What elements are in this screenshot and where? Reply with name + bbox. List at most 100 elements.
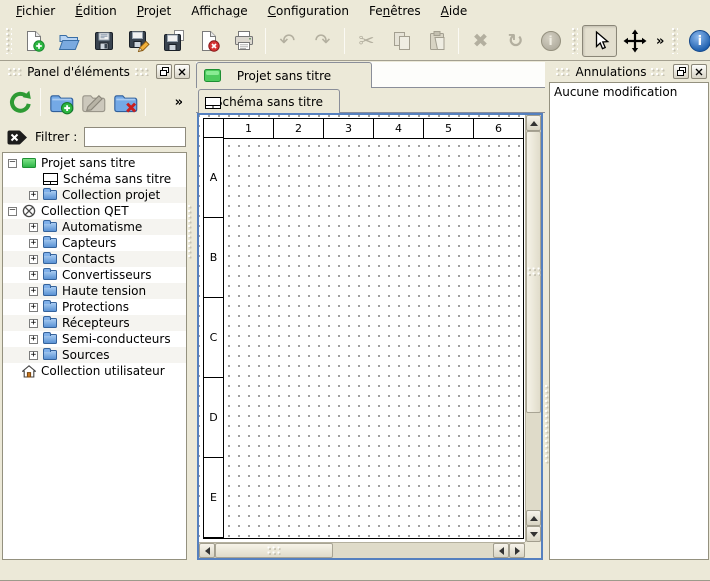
expand-expander-icon[interactable]	[29, 351, 38, 360]
new-category-button[interactable]	[45, 86, 77, 118]
toolbar-overflow-button[interactable]: »	[652, 34, 668, 49]
menu-configuration[interactable]: Configuration	[258, 1, 359, 21]
printer-icon	[232, 29, 256, 53]
expand-expander-icon[interactable]	[29, 191, 38, 200]
tree-item-project[interactable]: Projet sans titre	[3, 155, 186, 171]
panel-toolbar-separator	[40, 88, 41, 116]
cut-button[interactable]	[349, 25, 384, 57]
pan-mode-button[interactable]	[617, 25, 652, 57]
undo-panel-titlebar[interactable]: Annulations	[548, 62, 710, 81]
expand-expander-icon[interactable]	[29, 303, 38, 312]
save-as-button[interactable]	[121, 25, 156, 57]
expand-expander-icon[interactable]	[29, 287, 38, 296]
tab-projet-sans-titre[interactable]: Projet sans titre	[196, 62, 372, 88]
tree-item-contacts[interactable]: Contacts	[3, 251, 186, 267]
folder-icon	[43, 302, 57, 312]
menu-affichage[interactable]: Affichage	[181, 1, 257, 21]
paste-button[interactable]	[419, 25, 454, 57]
horizontal-scrollbar-thumb[interactable]	[215, 543, 333, 558]
new-document-button[interactable]	[16, 25, 51, 57]
menu-projet[interactable]: Projet	[127, 1, 181, 21]
elements-panel-title: Panel d'éléments	[27, 65, 130, 79]
collapse-expander-icon[interactable]	[8, 159, 17, 168]
tree-item-collection-projet[interactable]: Collection projet	[3, 187, 186, 203]
scroll-left-button[interactable]	[493, 543, 509, 558]
undo-button[interactable]	[270, 25, 305, 57]
panel-overflow-button[interactable]: »	[175, 95, 183, 110]
menu-fenetres[interactable]: Fenêtres	[359, 1, 431, 21]
reload-collections-button[interactable]	[4, 86, 36, 118]
redo-button[interactable]	[305, 25, 340, 57]
edit-category-button[interactable]	[77, 86, 109, 118]
dock-float-button[interactable]	[673, 64, 689, 79]
delete-button[interactable]	[463, 25, 498, 57]
tree-item-protections[interactable]: Protections	[3, 299, 186, 315]
expand-expander-icon[interactable]	[29, 255, 38, 264]
expand-expander-icon[interactable]	[29, 239, 38, 248]
dock-close-button[interactable]	[174, 64, 190, 79]
toolbar-drag-handle[interactable]	[672, 28, 678, 54]
object-info-button[interactable]	[533, 25, 568, 57]
expand-expander-icon[interactable]	[29, 335, 38, 344]
save-button[interactable]	[86, 25, 121, 57]
undo-list[interactable]: Aucune modification	[549, 82, 709, 560]
tree-item-collection-qet[interactable]: Collection QET	[3, 203, 186, 219]
dock-float-button[interactable]	[156, 64, 172, 79]
triangle-down-icon	[530, 532, 538, 537]
menu-aide[interactable]: Aide	[431, 1, 478, 21]
tree-item-convertisseurs[interactable]: Convertisseurs	[3, 267, 186, 283]
float-icon	[677, 67, 686, 76]
tree-item-schema[interactable]: Schéma sans titre	[3, 171, 186, 187]
scroll-up-button[interactable]	[526, 510, 541, 526]
scroll-up-button[interactable]	[526, 115, 541, 131]
tree-item-capteurs[interactable]: Capteurs	[3, 235, 186, 251]
expand-expander-icon[interactable]	[29, 223, 38, 232]
scroll-left-button[interactable]	[199, 543, 215, 558]
folder-icon	[43, 254, 57, 264]
horizontal-scrollbar[interactable]	[199, 542, 525, 558]
schema-view: 1 2 3 4 5 6 A B C D E	[197, 113, 543, 560]
toolbar-drag-handle[interactable]	[572, 28, 578, 54]
toolbar-separator	[344, 28, 345, 54]
menu-edition[interactable]: Édition	[65, 1, 127, 21]
left-splitter-handle[interactable]	[188, 205, 193, 260]
rotate-button[interactable]	[498, 25, 533, 57]
schema-canvas[interactable]: 1 2 3 4 5 6 A B C D E	[199, 115, 525, 542]
vertical-scrollbar-thumb[interactable]	[526, 131, 541, 413]
tab-schema-sans-titre[interactable]: Schéma sans titre	[198, 89, 340, 113]
filter-input[interactable]	[84, 127, 186, 147]
tree-item-collection-utilisateur[interactable]: Collection utilisateur	[3, 363, 186, 379]
column-header: 6	[473, 118, 524, 139]
floppy-icon	[92, 29, 116, 53]
toolbar-drag-handle[interactable]	[6, 28, 12, 54]
redo-arrow-icon	[315, 32, 331, 51]
clear-filter-icon[interactable]	[7, 129, 28, 146]
save-all-button[interactable]	[156, 25, 191, 57]
open-project-button[interactable]	[51, 25, 86, 57]
delete-category-button[interactable]	[109, 86, 141, 118]
print-button[interactable]	[226, 25, 261, 57]
copy-button[interactable]	[384, 25, 419, 57]
menu-fichier[interactable]: Fichier	[6, 1, 65, 21]
undo-list-item[interactable]: Aucune modification	[550, 83, 708, 101]
vertical-scrollbar[interactable]	[525, 115, 541, 542]
scroll-down-button[interactable]	[526, 526, 541, 542]
scroll-right-button[interactable]	[509, 543, 525, 558]
selection-mode-button[interactable]	[582, 25, 617, 57]
main-toolbar: » »	[0, 22, 710, 61]
about-qet-button[interactable]	[682, 25, 710, 57]
schema-frame	[203, 118, 524, 539]
elements-tree[interactable]: Projet sans titre Schéma sans titre Coll…	[2, 152, 187, 560]
dock-close-button[interactable]	[691, 64, 707, 79]
expand-expander-icon[interactable]	[29, 271, 38, 280]
expand-expander-icon[interactable]	[29, 319, 38, 328]
close-file-button[interactable]	[191, 25, 226, 57]
tree-item-sources[interactable]: Sources	[3, 347, 186, 363]
tree-item-haute-tension[interactable]: Haute tension	[3, 283, 186, 299]
tree-item-label: Semi-conducteurs	[62, 332, 171, 346]
tree-item-semi-conducteurs[interactable]: Semi-conducteurs	[3, 331, 186, 347]
elements-panel-titlebar[interactable]: Panel d'éléments	[0, 62, 193, 81]
collapse-expander-icon[interactable]	[8, 207, 17, 216]
tree-item-recepteurs[interactable]: Récepteurs	[3, 315, 186, 331]
tree-item-automatisme[interactable]: Automatisme	[3, 219, 186, 235]
